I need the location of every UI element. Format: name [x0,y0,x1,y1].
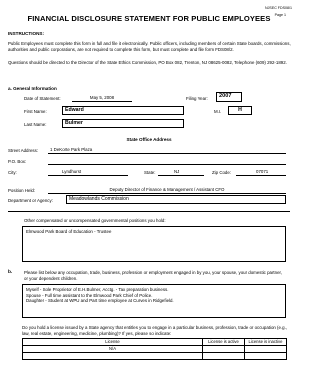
date-of-statement-field[interactable]: May 5, 2008 [72,95,132,102]
position-held-label: Position Held: [8,188,36,193]
inactive-column-header: License is inactive [244,338,287,346]
state-office-heading: State Office Address [126,137,172,142]
other-positions-label: Other compensated or uncompensated gover… [24,218,166,223]
license-cell[interactable] [22,352,203,360]
first-name-field[interactable]: Edward [62,106,184,115]
zip-code-label: Zip Code: [212,170,232,175]
middle-initial-field[interactable]: H [228,106,252,115]
license-table: License License is active License is ina… [22,338,287,360]
active-column-header: License is active [202,338,245,346]
city-value: Lyndhurst [62,169,82,174]
state-value: NJ [174,169,180,174]
filing-year-field[interactable]: 2007 [216,92,242,102]
instructions-heading: INSTRUCTIONS: [8,31,44,36]
zip-code-field[interactable]: 07071 [236,169,286,176]
table-row: N/A [22,345,287,353]
section-b-text: Please list below any occupation, trade,… [24,270,282,281]
page-title: FINANCIAL DISCLOSURE STATEMENT FOR PUBLI… [27,14,271,23]
instructions-paragraph-1: Public Employees must complete this form… [8,41,291,52]
last-name-field[interactable]: Bulmer [62,119,184,128]
license-column-header: License [22,338,203,346]
city-label: City: [8,170,17,175]
street-address-field[interactable]: 1 DeKorte Park Plaza [48,147,286,154]
department-label: Department or Agency: [8,198,53,203]
form-id: NJSEC FDS08/1 [265,6,292,10]
city-field[interactable]: Lyndhurst [48,169,128,176]
date-of-statement-label: Date of Statement: [24,96,61,101]
street-address-label: Street Address: [8,148,39,153]
position-held-field[interactable]: Deputy Director of Finance & Management … [48,187,286,194]
state-label: State: [144,170,156,175]
divider [8,211,290,212]
inactive-checkbox-cell[interactable] [244,352,287,360]
table-row [22,352,287,360]
active-checkbox-cell[interactable] [202,352,245,360]
position-held-value: Deputy Director of Finance & Management … [109,187,225,192]
filing-year-value: 2007 [219,93,232,99]
license-cell[interactable]: N/A [22,345,203,353]
date-of-statement-value: May 5, 2008 [89,95,115,100]
occupation-line: Daughter - Student at WPU and Part time … [26,298,174,303]
first-name-value: Edward [65,107,84,113]
license-question: Do you hold a license issued by a State … [22,325,288,336]
other-positions-field[interactable]: Elmwood Park Board of Education - Truste… [22,226,286,262]
other-positions-value: Elmwood Park Board of Education - Truste… [26,229,112,234]
instructions-paragraph-2: Questions should be directed to the Dire… [8,60,287,65]
state-field[interactable]: NJ [158,169,204,176]
po-box-field[interactable] [48,158,286,165]
inactive-checkbox-cell[interactable] [244,345,287,353]
street-address-value: 1 DeKorte Park Plaza [50,147,93,152]
occupations-field[interactable]: Myself - Sole Proprietor of E.H.Bulmer, … [22,284,286,318]
department-field[interactable]: Meadowlands Commission [66,195,286,204]
filing-year-label: Filing Year: [186,96,208,101]
last-name-label: Last Name: [24,122,47,127]
active-checkbox-cell[interactable] [202,345,245,353]
department-value: Meadowlands Commission [69,196,129,202]
middle-initial-value: H [238,107,242,113]
middle-initial-label: M.I. [214,109,222,114]
license-table-header: License License is active License is ina… [22,338,287,346]
section-b-letter: b. [8,270,13,275]
general-information-heading: a. General Information [8,86,57,91]
first-name-label: First Name: [24,109,47,114]
po-box-label: P.O. Box: [8,159,27,164]
last-name-value: Bulmer [65,120,83,126]
zip-code-value: 07071 [256,169,269,174]
